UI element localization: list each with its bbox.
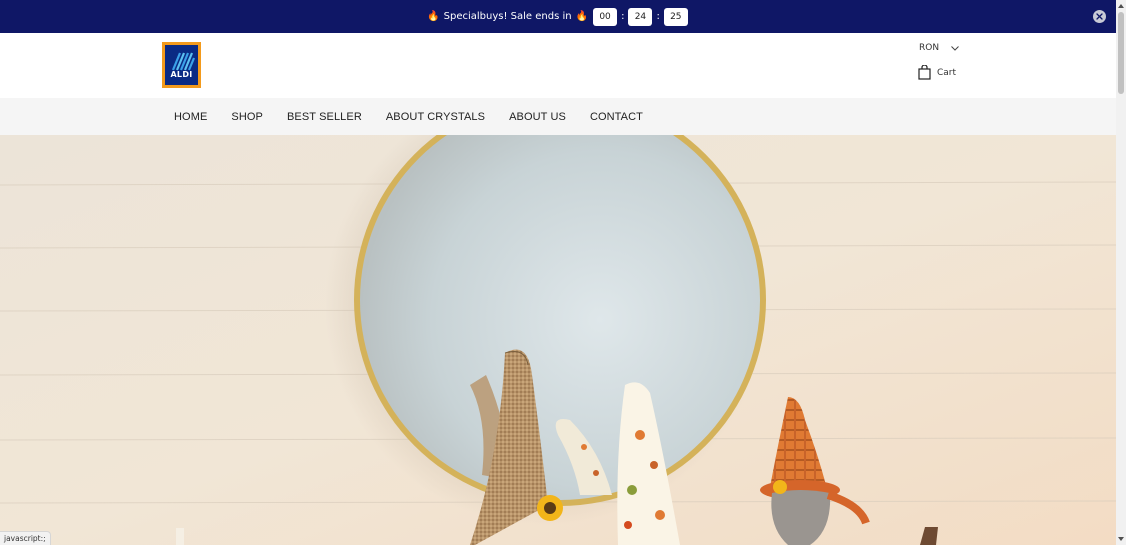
shopping-bag-icon (918, 65, 931, 80)
browser-status-bar: javascript:; (0, 531, 51, 545)
currency-label: RON (919, 43, 940, 53)
cart-label: Cart (937, 67, 957, 78)
scrollbar-thumb[interactable] (1118, 12, 1124, 94)
timer-minutes: 24 (628, 7, 653, 26)
timer-hours: 00 (593, 7, 618, 26)
announcement-text: Specialbuys! Sale ends in (443, 11, 572, 22)
timer-seconds: 25 (663, 7, 688, 26)
site-header: ALDI RON Cart (0, 33, 1116, 98)
nav-item-about-crystals[interactable]: ABOUT CRYSTALS (386, 111, 485, 123)
logo-stripes-icon (171, 52, 196, 71)
fire-icon: 🔥 (427, 11, 440, 22)
hero-illustration (0, 135, 1116, 545)
nav-item-home[interactable]: HOME (174, 111, 207, 123)
nav-item-shop[interactable]: SHOP (231, 111, 263, 123)
timer-separator: : (621, 11, 625, 22)
close-icon (1096, 13, 1103, 20)
scroll-down-arrow-icon[interactable] (1117, 535, 1125, 543)
nav-item-contact[interactable]: CONTACT (590, 111, 643, 123)
cart-link[interactable]: Cart (918, 65, 956, 80)
main-navigation: HOME SHOP BEST SELLER ABOUT CRYSTALS ABO… (0, 98, 1116, 135)
nav-item-about-us[interactable]: ABOUT US (509, 111, 566, 123)
close-announcement-button[interactable] (1093, 10, 1106, 23)
nav-item-best-seller[interactable]: BEST SELLER (287, 111, 362, 123)
timer-separator: : (656, 11, 660, 22)
aldi-logo[interactable]: ALDI (162, 42, 201, 88)
vertical-scrollbar[interactable] (1116, 0, 1126, 545)
announcement-bar: 🔥 Specialbuys! Sale ends in 🔥 00 : 24 : … (0, 0, 1116, 33)
logo-text: ALDI (170, 70, 193, 79)
currency-selector[interactable]: RON (919, 43, 959, 53)
hero-banner-image[interactable] (0, 135, 1116, 545)
fire-icon: 🔥 (575, 11, 589, 22)
scroll-up-arrow-icon[interactable] (1117, 2, 1125, 10)
page-viewport: 🔥 Specialbuys! Sale ends in 🔥 00 : 24 : … (0, 0, 1116, 545)
chevron-down-icon (951, 45, 959, 51)
